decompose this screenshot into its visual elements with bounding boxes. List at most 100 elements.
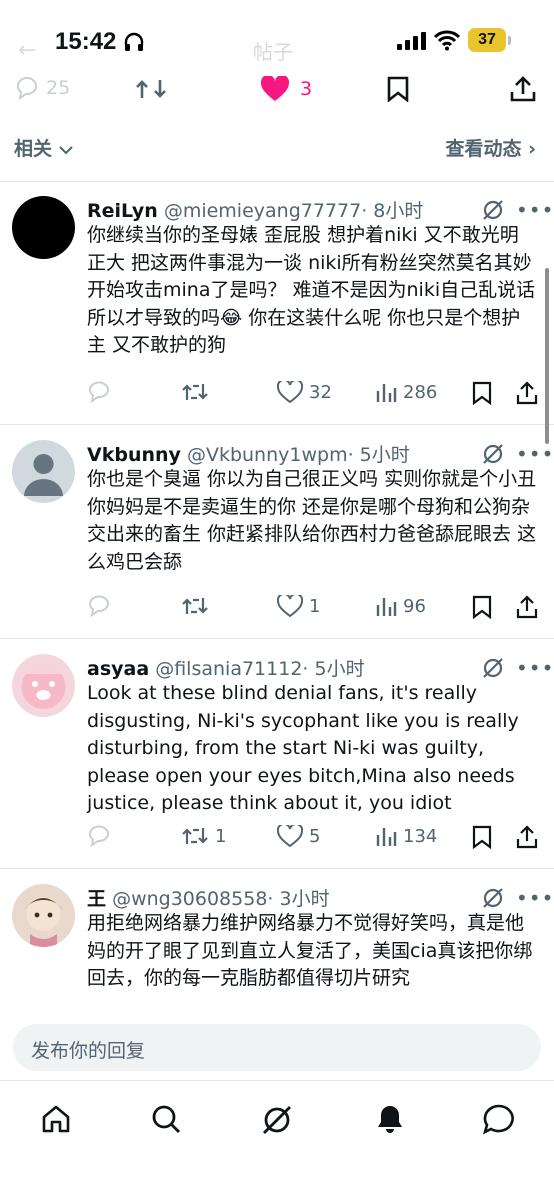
divider: [0, 868, 554, 869]
user-handle[interactable]: @Vkbunny1wpm: [187, 444, 348, 466]
bookmark-button[interactable]: [471, 595, 493, 619]
bookmark-button[interactable]: [471, 381, 493, 405]
like-button[interactable]: 5: [277, 825, 320, 847]
bookmark-icon: [472, 825, 492, 849]
heart-filled-icon: [260, 76, 290, 101]
reply-text: Look at these blind denial fans, it's re…: [87, 682, 519, 814]
reply-icon: [17, 77, 38, 100]
reply-actions: 1 5 134: [87, 825, 547, 855]
reply-action[interactable]: 25: [14, 76, 70, 100]
reply-item[interactable]: 王 @wng30608558· 3小时 ••• 用拒绝网络暴力维护网络暴力不觉得…: [0, 884, 554, 1002]
more-options-icon[interactable]: •••: [516, 656, 554, 680]
bookmark-icon: [472, 381, 492, 405]
retweet-icon: [182, 384, 208, 400]
nav-messages[interactable]: [482, 1103, 516, 1139]
heart-icon: [277, 595, 303, 617]
reply-count: 25: [46, 77, 71, 99]
retweet-icon: [136, 80, 166, 98]
search-icon: [152, 1105, 180, 1133]
display-name[interactable]: 王: [87, 888, 106, 910]
avatar[interactable]: [12, 196, 75, 259]
reply-icon: [88, 595, 110, 617]
chevron-right-icon: ›: [528, 138, 536, 160]
heart-icon: [277, 381, 303, 403]
like-count: 1: [309, 595, 321, 617]
reply-compose-box[interactable]: 发布你的回复: [13, 1024, 541, 1071]
views-button[interactable]: 134: [375, 825, 437, 847]
reply-button[interactable]: [87, 381, 117, 403]
user-handle[interactable]: @filsania71112: [155, 658, 302, 680]
bookmark-action[interactable]: [386, 76, 410, 102]
like-count: 5: [309, 825, 321, 847]
reply-button[interactable]: [87, 595, 117, 617]
nav-home[interactable]: [40, 1103, 72, 1139]
divider: [0, 424, 554, 425]
reply-header: ReiLyn @miemieyang77777· 8小时: [87, 196, 423, 223]
reply-icon: [88, 825, 110, 847]
reply-actions: 32 286: [87, 381, 547, 411]
back-arrow-icon[interactable]: ←: [18, 38, 36, 63]
views-button[interactable]: 96: [375, 595, 426, 617]
display-name[interactable]: ReiLyn: [87, 200, 158, 222]
share-icon: [516, 381, 538, 405]
home-icon: [42, 1105, 70, 1133]
user-handle[interactable]: @miemieyang77777: [164, 200, 361, 222]
retweet-icon: [182, 598, 208, 614]
messages-icon: [482, 1104, 514, 1135]
more-options-icon[interactable]: •••: [516, 886, 554, 910]
notifications-icon: [378, 1106, 402, 1133]
user-handle[interactable]: @wng30608558: [112, 888, 267, 910]
share-icon: [516, 595, 538, 619]
grok-icon[interactable]: [481, 886, 505, 910]
related-row: 相关 查看动态 ›: [0, 130, 554, 164]
avatar[interactable]: [12, 440, 75, 503]
share-button[interactable]: [516, 825, 538, 849]
cellular-signal-icon: [397, 32, 426, 50]
reply-text: 你也是个臭逼 你以为自己很正义吗 实则你就是个小丑 你妈妈是不是卖逼生的你 还是…: [87, 468, 537, 573]
tweet-action-bar: 25 3: [0, 76, 554, 106]
nav-grok[interactable]: [260, 1103, 294, 1141]
like-button[interactable]: 32: [277, 381, 332, 403]
view-count: 134: [403, 825, 438, 847]
more-options-icon[interactable]: •••: [516, 442, 554, 466]
grok-icon[interactable]: [481, 442, 505, 466]
grok-icon[interactable]: [481, 656, 505, 680]
like-action[interactable]: 3: [260, 76, 312, 102]
reply-header: 王 @wng30608558· 3小时: [87, 884, 330, 911]
related-dropdown[interactable]: 相关: [14, 134, 73, 161]
page-title: 帖子: [253, 40, 293, 64]
bottom-navigation: [0, 1080, 554, 1201]
reply-icon: [88, 381, 110, 403]
bookmark-button[interactable]: [471, 825, 493, 849]
retweet-count: 1: [215, 825, 227, 847]
scrollbar[interactable]: [545, 268, 549, 444]
retweet-button[interactable]: 1: [181, 825, 226, 847]
grok-icon: [263, 1106, 291, 1134]
avatar[interactable]: [12, 884, 75, 947]
like-count: 32: [309, 381, 332, 403]
views-button[interactable]: 286: [375, 381, 437, 403]
grok-icon[interactable]: [481, 198, 505, 222]
retweet-action[interactable]: [134, 76, 168, 102]
nav-search[interactable]: [150, 1103, 182, 1139]
reply-button[interactable]: [87, 825, 117, 847]
display-name[interactable]: Vkbunny: [87, 444, 181, 466]
view-count: 96: [403, 595, 426, 617]
views-icon: [376, 598, 397, 616]
retweet-button[interactable]: [181, 381, 215, 403]
reply-text: 你继续当你的圣母婊 歪屁股 想护着niki 又不敢光明正大 把这两件事混为一谈 …: [87, 224, 536, 356]
view-activity-link[interactable]: 查看动态 ›: [446, 134, 536, 161]
display-name[interactable]: asyaa: [87, 658, 149, 680]
retweet-button[interactable]: [181, 595, 215, 617]
nav-notifications[interactable]: [374, 1103, 406, 1139]
heart-icon: [277, 825, 303, 847]
status-bar: ← 帖子 15:42 37: [0, 0, 554, 80]
share-button[interactable]: [516, 595, 538, 619]
share-button[interactable]: [516, 381, 538, 405]
more-options-icon[interactable]: •••: [516, 198, 554, 222]
avatar[interactable]: [12, 654, 75, 717]
like-button[interactable]: 1: [277, 595, 320, 617]
share-action[interactable]: [510, 76, 536, 102]
timestamp: · 5小时: [347, 444, 410, 466]
like-count: 3: [300, 78, 313, 100]
